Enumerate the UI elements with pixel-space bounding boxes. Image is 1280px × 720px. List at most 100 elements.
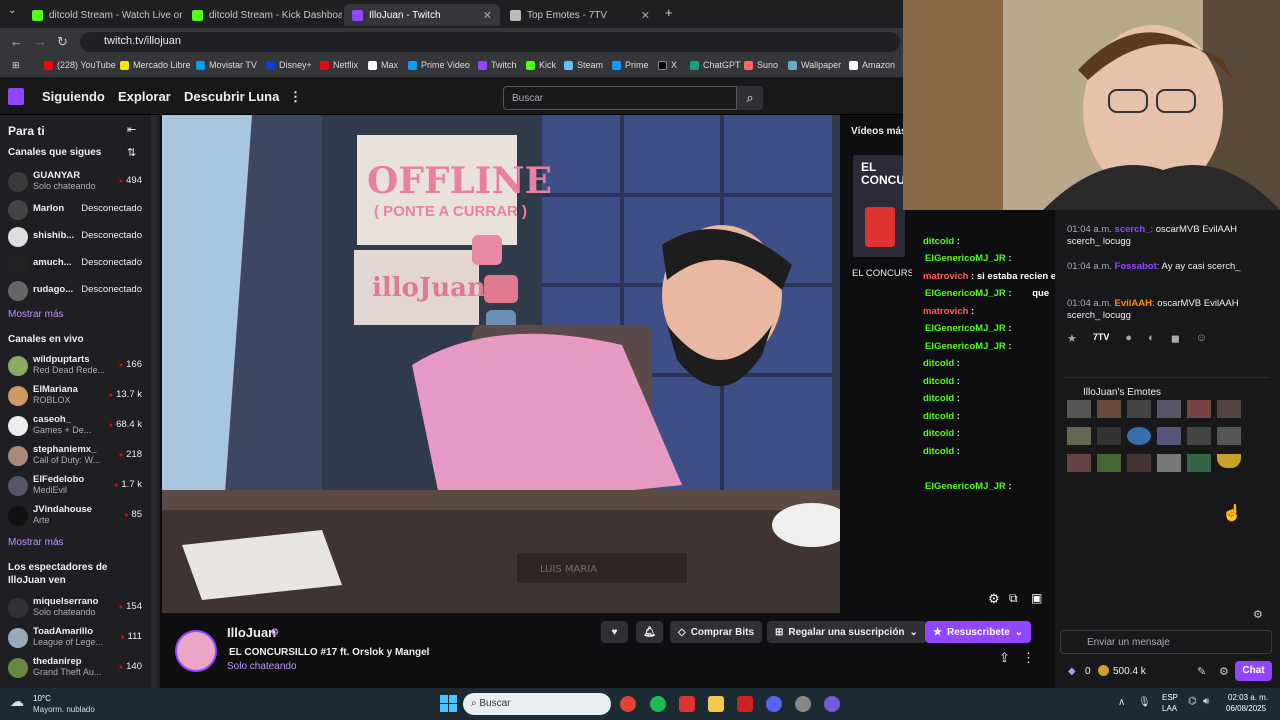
emote[interactable] — [1067, 454, 1091, 472]
browser-tab-1[interactable]: ditcold Stream - Watch Live on✕ — [24, 4, 182, 26]
bookmark-movistar[interactable]: Movistar TV — [196, 60, 257, 70]
share-icon[interactable]: ⇪ — [999, 650, 1010, 666]
bookmark-chatgpt[interactable]: ChatGPT — [690, 60, 741, 70]
emote[interactable] — [1127, 454, 1151, 472]
emote[interactable] — [1127, 400, 1151, 418]
emote[interactable] — [1187, 400, 1211, 418]
back-icon[interactable]: ← — [10, 34, 23, 49]
emote[interactable] — [1187, 454, 1211, 472]
resubscribe-button[interactable]: ★ Resuscribete ⌄ — [925, 621, 1032, 643]
emote[interactable] — [1187, 427, 1211, 445]
sidebar-item-toadamarillo[interactable]: ToadAmarilloLeague of Lege... 111 — [6, 625, 146, 651]
bookmark-amazon[interactable]: Amazon — [849, 60, 895, 70]
bookmark-steam[interactable]: Steam — [564, 60, 603, 70]
follow-button[interactable]: ♥ — [601, 621, 628, 643]
close-icon[interactable]: ✕ — [483, 9, 492, 22]
sidebar-item-thedanirep[interactable]: thedanirepGrand Theft Au... 140 — [6, 655, 146, 681]
video-thumbnail[interactable]: EL CONCURS — [853, 155, 905, 257]
obs-icon[interactable] — [795, 696, 811, 712]
channel-avatar[interactable] — [175, 630, 217, 672]
bookmark-suno[interactable]: Suno — [744, 60, 778, 70]
stream-category[interactable]: Solo chateando — [227, 661, 297, 672]
volume-icon[interactable]: 🔊︎ — [1203, 696, 1209, 707]
emote-tab-icon[interactable]: ● — [1125, 332, 1132, 350]
sidebar-item-jvindahouse[interactable]: JVindahouseArte 85 — [6, 503, 146, 529]
buy-bits-button[interactable]: ◇ Comprar Bits — [670, 621, 763, 643]
url-field[interactable]: twitch.tv/illojuan — [80, 32, 900, 52]
browser-tab-4[interactable]: Top Emotes - 7TV ✕ — [502, 4, 658, 26]
more-options-icon[interactable]: ⋮ — [1022, 650, 1035, 666]
file-explorer-icon[interactable] — [708, 696, 724, 712]
emote[interactable] — [1097, 427, 1121, 445]
bookmark-wallpaper[interactable]: Wallpaper — [788, 60, 841, 70]
sidebar-item-elmariana[interactable]: ElMarianaROBLOX 13.7 k — [6, 383, 146, 409]
bookmark-twitch[interactable]: Twitch — [478, 60, 517, 70]
clock-date[interactable]: 06/08/2025 — [1226, 704, 1266, 713]
emote[interactable] — [1097, 400, 1121, 418]
emote[interactable] — [1067, 400, 1091, 418]
browser-tab-3[interactable]: IlloJuan - Twitch ✕ — [344, 4, 500, 26]
language-secondary[interactable]: LAA — [1162, 704, 1177, 713]
tab-7tv[interactable]: 7TV — [1093, 332, 1110, 350]
sidebar-item-wildpuptarts[interactable]: wildpuptartsRed Dead Rede... 166 — [6, 353, 146, 379]
7tv-settings-icon[interactable]: ✎ — [1197, 665, 1206, 678]
emote[interactable] — [1217, 427, 1241, 445]
sidebar-item-shishib[interactable]: shishib... Desconectado — [6, 224, 146, 250]
bookmark-x[interactable]: X — [658, 60, 677, 70]
close-icon[interactable]: ✕ — [641, 9, 650, 22]
emote-tab-icon[interactable]: ◐ — [1148, 332, 1155, 350]
sidebar-item-marlon[interactable]: Marlon Desconectado — [6, 197, 146, 223]
start-button[interactable] — [440, 695, 457, 712]
chat-message-input[interactable]: Enviar un mensaje — [1060, 630, 1272, 654]
emote-search-input[interactable] — [1065, 362, 1270, 378]
favorite-icon[interactable]: ★ — [1067, 332, 1077, 350]
player-settings-button[interactable]: ⚙ — [988, 591, 1000, 607]
bookmark-disney[interactable]: Disney+ — [266, 60, 312, 70]
emote-tab-icon[interactable]: ◼ — [1171, 332, 1180, 350]
emote[interactable] — [1217, 400, 1241, 418]
chat-settings-icon[interactable]: ⚙ — [1253, 608, 1263, 621]
forward-icon[interactable]: → — [34, 34, 47, 49]
discord-icon[interactable] — [766, 696, 782, 712]
settings-gear-icon[interactable]: ⚙ — [1219, 665, 1229, 678]
bookmark-kick[interactable]: Kick — [526, 60, 556, 70]
show-hidden-icons[interactable]: ∧ — [1118, 697, 1125, 708]
sidebar-item-miquelserrano[interactable]: miquelserranoSolo chateando 154 — [6, 595, 146, 621]
search-input[interactable]: Buscar — [503, 86, 737, 110]
show-more-followed[interactable]: Mostrar más — [8, 309, 64, 320]
sidebar-item-caseoh[interactable]: caseoh_Games + De... 68.4 k — [6, 413, 146, 439]
new-tab-button[interactable]: + — [665, 5, 673, 20]
notifications-button[interactable]: 🔔︎ — [636, 621, 663, 643]
show-more-live[interactable]: Mostrar más — [8, 537, 64, 548]
sidebar-item-rudago[interactable]: rudago... Desconectado — [6, 278, 146, 304]
bookmark-mercadolibre[interactable]: Mercado Libre — [120, 60, 191, 70]
emoji-icon[interactable]: ☺ — [1196, 332, 1207, 350]
twitch-logo-icon[interactable] — [8, 88, 24, 105]
theatre-mode-button[interactable]: ▣ — [1031, 591, 1042, 605]
emote[interactable] — [1217, 454, 1241, 468]
game-icon[interactable] — [679, 696, 695, 712]
sidebar-item-amuch[interactable]: amuch... Desconectado — [6, 251, 146, 277]
bookmark-youtube[interactable]: (228) YouTube — [44, 60, 116, 70]
spotify-icon[interactable] — [650, 696, 666, 712]
bookmark-max[interactable]: Max — [368, 60, 398, 70]
weather-icon[interactable]: ☁ — [10, 693, 24, 710]
video-title[interactable]: EL CONCURSILLO #17 ft. Orslok y M — [852, 268, 912, 279]
collapse-sidebar-icon[interactable]: ⇤ — [127, 123, 136, 136]
sidebar-item-elfedelobo[interactable]: ElFedeloboMediEvil 1.7 k — [6, 473, 146, 499]
gift-sub-button[interactable]: ⊞ Regalar una suscripción ⌄ — [767, 621, 926, 643]
sidebar-item-guanyar[interactable]: GUANYARSolo chateando 494 — [6, 169, 146, 195]
tab-list-icon[interactable]: ⌄ — [8, 5, 16, 16]
bits-icon[interactable]: ◆ — [1068, 666, 1076, 677]
network-icon[interactable]: ⌬ — [1188, 696, 1197, 707]
apps-icon[interactable]: ⊞ — [12, 60, 20, 71]
video-player[interactable]: LUIS MARIA OFFLINE ( PONTE A CURRAR ) il… — [162, 115, 840, 613]
emote[interactable] — [1097, 454, 1121, 472]
emote[interactable] — [1127, 427, 1151, 445]
sort-icon[interactable]: ⇅ — [127, 146, 136, 159]
mic-icon[interactable]: 🎙︎ — [1138, 697, 1151, 708]
more-options-icon[interactable]: ⋮ — [289, 89, 302, 105]
language-primary[interactable]: ESP — [1162, 693, 1178, 702]
bookmark-prime[interactable]: Prime — [612, 60, 649, 70]
nav-luna[interactable]: Descubrir Luna — [184, 89, 279, 104]
